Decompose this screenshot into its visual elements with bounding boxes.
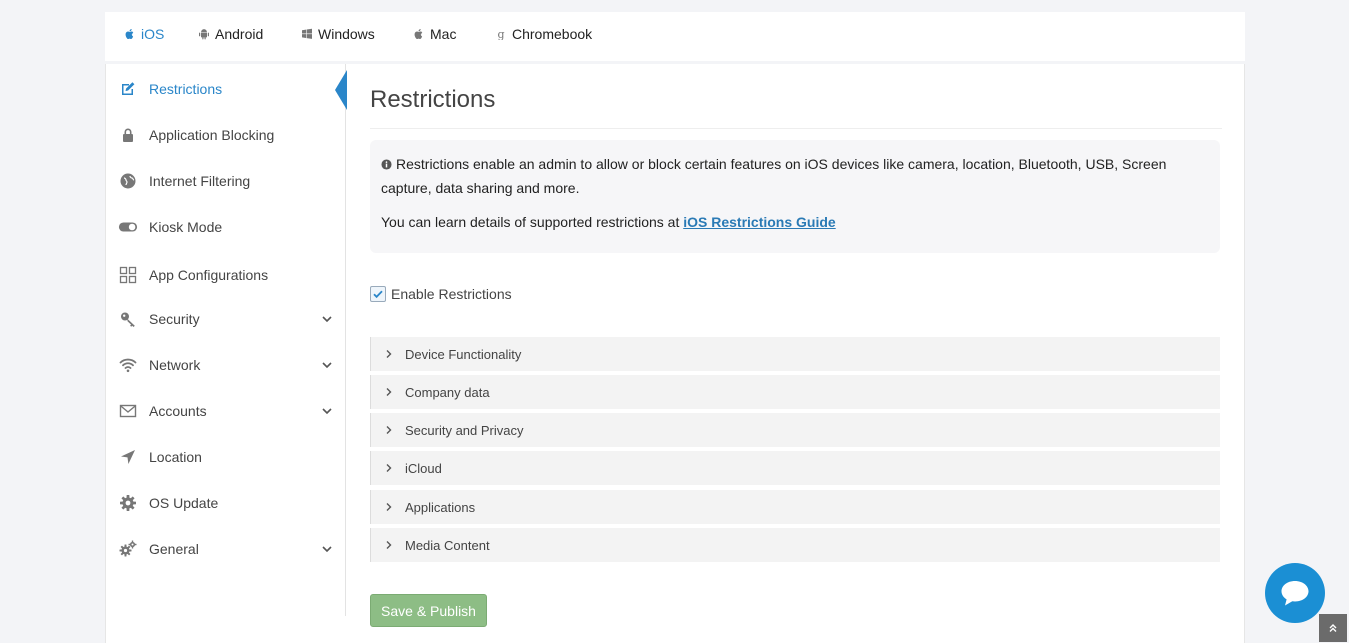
chevron-right-icon <box>386 541 392 549</box>
tab-label: Mac <box>430 26 457 42</box>
sidebar-item-label: App Configurations <box>149 267 269 283</box>
sidebar-item-label: OS Update <box>149 495 219 511</box>
sidebar-item-label: General <box>149 541 199 557</box>
chevron-down-icon <box>322 546 332 553</box>
sidebar-item-general[interactable]: General <box>106 529 346 569</box>
enable-restrictions-row[interactable]: Enable Restrictions <box>370 286 512 302</box>
divider <box>370 128 1222 129</box>
sidebar-item-network[interactable]: Network <box>106 345 346 385</box>
apple-icon <box>125 29 134 40</box>
google-icon: g <box>497 28 504 40</box>
lock-icon <box>118 125 138 145</box>
sidebar-item-label: Internet Filtering <box>149 173 251 189</box>
envelope-icon <box>118 401 138 421</box>
tab-label: Windows <box>318 26 375 42</box>
chevron-right-icon <box>386 503 392 511</box>
page-title: Restrictions <box>370 86 496 113</box>
platform-tab-bar: iOS Android Windows Mac g Chromebook <box>105 12 1245 61</box>
sidebar-item-label: Kiosk Mode <box>149 219 223 235</box>
section-security-and-privacy[interactable]: Security and Privacy <box>370 413 1220 447</box>
section-label: Company data <box>405 384 490 400</box>
section-icloud[interactable]: iCloud <box>370 451 1220 485</box>
section-device-functionality[interactable]: Device Functionality <box>370 337 1220 371</box>
toggle-icon <box>118 217 138 237</box>
chevron-down-icon <box>322 408 332 415</box>
section-media-content[interactable]: Media Content <box>370 528 1220 562</box>
sidebar-item-app-configurations[interactable]: App Configurations <box>106 255 346 295</box>
tab-ios[interactable]: iOS <box>124 12 164 56</box>
enable-restrictions-label: Enable Restrictions <box>391 286 512 302</box>
wifi-icon <box>118 355 138 375</box>
chevron-right-icon <box>386 464 392 472</box>
info-text: You can learn details of supported restr… <box>381 210 1209 234</box>
android-icon <box>199 29 209 40</box>
section-company-data[interactable]: Company data <box>370 375 1220 409</box>
chevron-right-icon <box>386 350 392 358</box>
section-applications[interactable]: Applications <box>370 490 1220 524</box>
sidebar-item-accounts[interactable]: Accounts <box>106 391 346 431</box>
chevron-down-icon <box>322 362 332 369</box>
section-label: Applications <box>405 499 476 515</box>
sidebar-item-label: Restrictions <box>149 81 223 97</box>
sidebar-item-label: Location <box>149 449 202 465</box>
sidebar-item-os-update[interactable]: OS Update <box>106 483 346 523</box>
tab-label: Chromebook <box>512 26 593 42</box>
sidebar-item-label: Application Blocking <box>149 127 275 143</box>
edit-icon <box>118 79 138 99</box>
svg-text:g: g <box>497 28 504 40</box>
tab-android[interactable]: Android <box>198 12 263 56</box>
tab-windows[interactable]: Windows <box>301 12 375 56</box>
globe-icon <box>118 171 138 191</box>
info-box: Restrictions enable an admin to allow or… <box>370 140 1220 253</box>
chevron-right-icon <box>386 426 392 434</box>
chevron-right-icon <box>386 388 392 396</box>
main-panel: Restrictions Application Blocking Intern… <box>105 64 1245 643</box>
save-publish-button[interactable]: Save & Publish <box>370 594 487 627</box>
tab-label: Android <box>215 26 264 42</box>
grid-icon <box>118 265 138 285</box>
sidebar-item-label: Network <box>149 357 201 373</box>
section-label: Device Functionality <box>405 346 522 362</box>
chat-button[interactable] <box>1265 563 1325 623</box>
location-arrow-icon <box>118 447 138 467</box>
tab-mac[interactable]: Mac <box>413 12 456 56</box>
tab-label: iOS <box>141 26 165 42</box>
scroll-to-top-button[interactable] <box>1319 614 1347 642</box>
info-line-2: You can learn details of supported restr… <box>381 214 684 230</box>
gear-icon <box>118 493 138 513</box>
info-line-1: Restrictions enable an admin to allow or… <box>381 156 1167 196</box>
chat-bubble-icon <box>1281 581 1309 606</box>
apple-icon <box>414 29 423 40</box>
double-chevron-up-icon <box>1329 624 1337 632</box>
checkmark-icon <box>373 290 383 299</box>
chevron-down-icon <box>322 316 332 323</box>
enable-restrictions-checkbox[interactable] <box>370 286 386 302</box>
sidebar: Restrictions Application Blocking Intern… <box>106 64 347 616</box>
gears-icon <box>118 539 138 559</box>
section-label: Security and Privacy <box>405 422 524 438</box>
section-label: iCloud <box>405 460 442 476</box>
windows-icon <box>302 28 312 39</box>
sidebar-item-label: Security <box>149 311 200 327</box>
sidebar-item-security[interactable]: Security <box>106 299 346 339</box>
ios-restrictions-guide-link[interactable]: iOS Restrictions Guide <box>683 214 835 230</box>
section-label: Media Content <box>405 537 490 553</box>
info-icon <box>381 159 392 170</box>
sidebar-item-location[interactable]: Location <box>106 437 346 477</box>
info-text: Restrictions enable an admin to allow or… <box>381 152 1209 200</box>
sidebar-item-label: Accounts <box>149 403 207 419</box>
sidebar-item-kiosk-mode[interactable]: Kiosk Mode <box>106 207 346 247</box>
sidebar-item-internet-filtering[interactable]: Internet Filtering <box>106 161 346 201</box>
key-icon <box>118 309 138 329</box>
tab-chromebook[interactable]: g Chromebook <box>495 12 592 56</box>
sidebar-item-application-blocking[interactable]: Application Blocking <box>106 115 346 155</box>
sidebar-item-restrictions[interactable]: Restrictions <box>106 69 346 109</box>
